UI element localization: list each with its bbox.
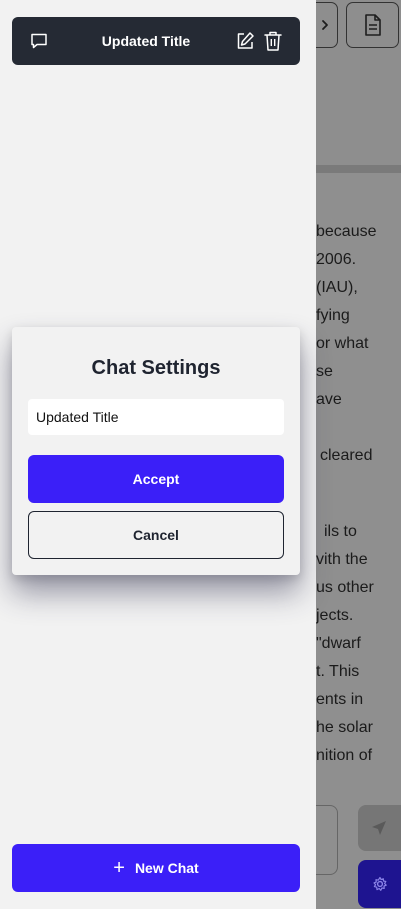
message-line: or what xyxy=(316,335,369,352)
new-chat-label: New Chat xyxy=(134,860,199,876)
cancel-button[interactable]: Cancel xyxy=(28,511,284,559)
accept-button[interactable]: Accept xyxy=(28,455,284,503)
document-icon xyxy=(364,14,381,36)
chat-bubble-icon xyxy=(31,33,47,49)
message-line: t. This xyxy=(316,663,360,680)
message-input[interactable] xyxy=(316,805,338,875)
main-header xyxy=(306,0,401,165)
divider xyxy=(316,165,401,173)
dialog-title: Chat Settings xyxy=(91,357,221,379)
message-line: jects. xyxy=(316,607,354,624)
document-button[interactable] xyxy=(346,2,399,48)
message-line: fying xyxy=(316,307,350,324)
message-line: ents in xyxy=(316,691,364,708)
composer xyxy=(316,797,401,909)
message-line: se xyxy=(316,363,333,380)
message-line: ils to xyxy=(324,523,357,540)
app-root: because 2006. (IAU), fying or what se ave clear… xyxy=(0,0,401,909)
chat-title-input[interactable] xyxy=(28,399,284,435)
message-area: because 2006. (IAU), fying or what se ave clear… xyxy=(316,173,401,797)
new-chat-button[interactable]: + New Chat xyxy=(12,844,300,892)
chat-title: Updated Title xyxy=(101,33,191,49)
message-line: 2006. xyxy=(316,251,357,268)
chat-settings-dialog: Chat Settings Accept Cancel xyxy=(12,327,300,575)
message-line: us other xyxy=(316,579,374,596)
edit-icon[interactable] xyxy=(235,31,255,51)
chevron-right-icon xyxy=(322,20,328,30)
message-line: he solar xyxy=(316,719,373,736)
gear-icon xyxy=(373,876,387,891)
message-line: (IAU), xyxy=(316,279,358,296)
message-line: because xyxy=(316,223,377,240)
message-line: nition of xyxy=(316,747,373,764)
message-line: cleared xyxy=(320,447,373,464)
send-button[interactable] xyxy=(358,805,401,851)
message-line: ave xyxy=(316,391,342,408)
trash-icon[interactable] xyxy=(263,30,283,52)
settings-button[interactable] xyxy=(358,860,401,908)
chat-list-item[interactable]: Updated Title xyxy=(12,17,300,65)
message-line: "dwarf xyxy=(316,635,361,652)
message-line: vith the xyxy=(316,551,368,568)
plus-icon: + xyxy=(113,857,125,879)
send-icon xyxy=(372,821,386,835)
